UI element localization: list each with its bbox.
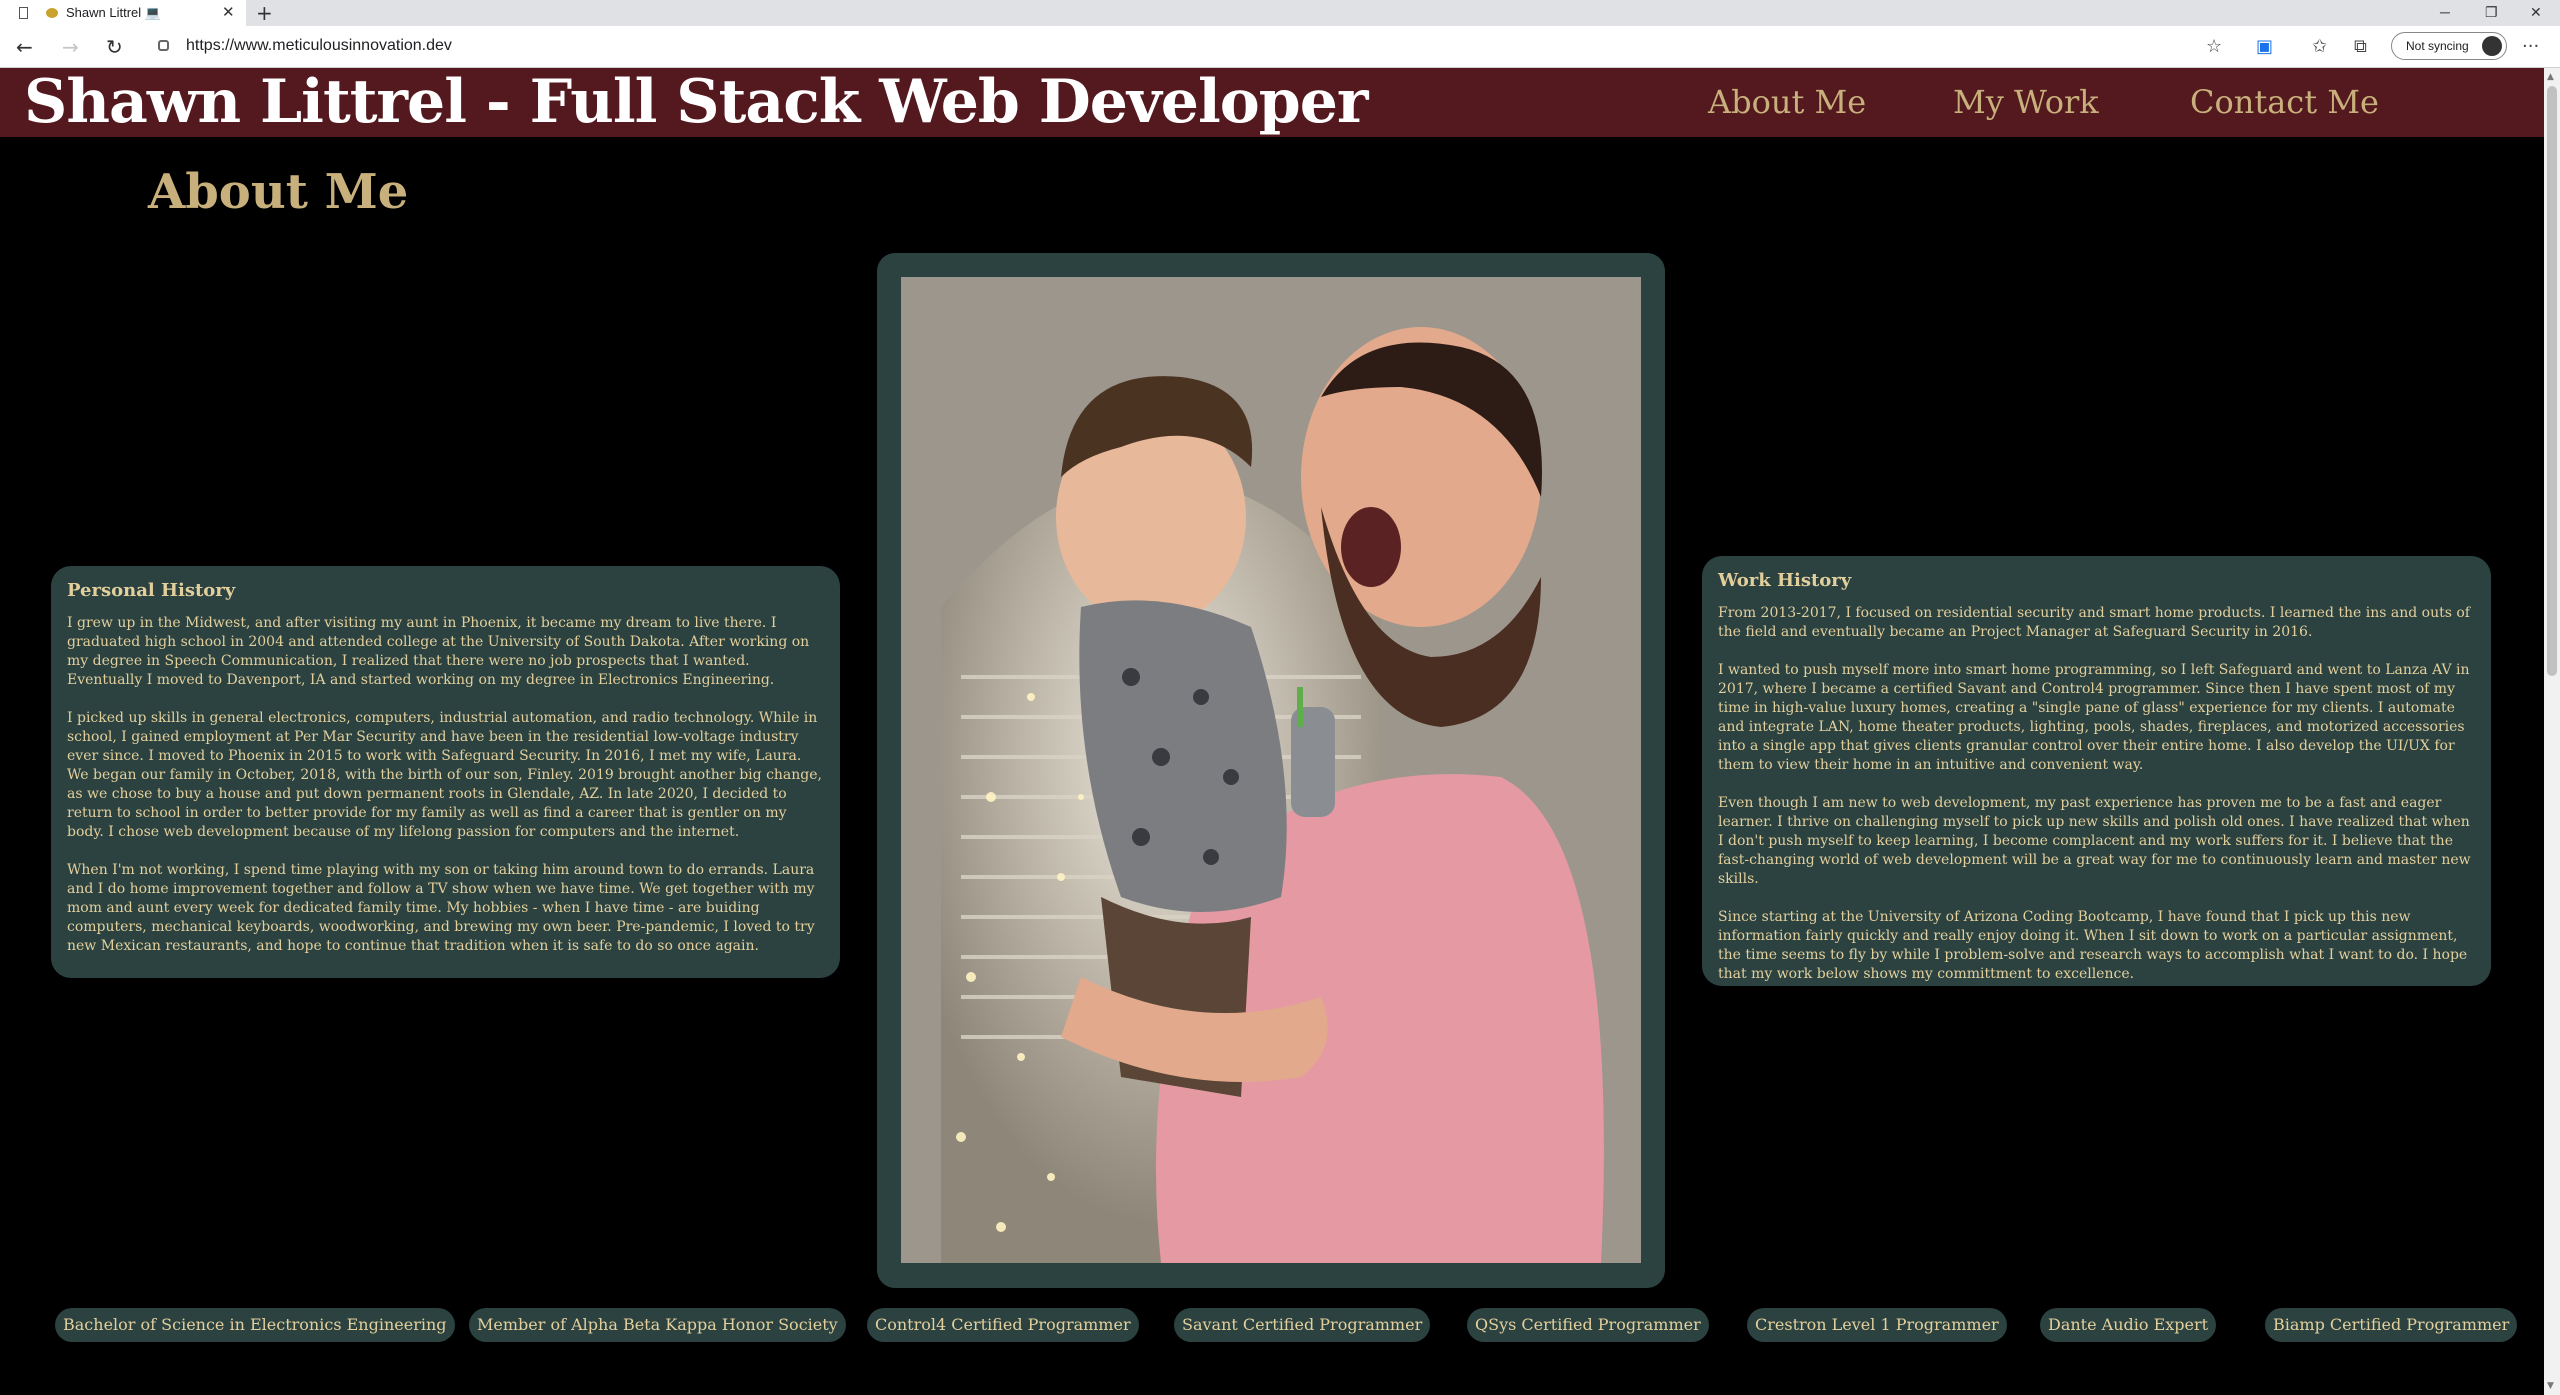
browser-toolbar: ← → ↻ https://www.meticulousinnovation.d…: [0, 26, 2560, 68]
site-header: Shawn Littrel - Full Stack Web Developer…: [0, 68, 2544, 137]
credential-badge: Member of Alpha Beta Kappa Honor Society: [469, 1308, 846, 1342]
work-history-paragraph: Even though I am new to web development,…: [1718, 795, 2471, 887]
personal-history-paragraph: When I'm not working, I spend time playi…: [67, 862, 815, 954]
add-favorite-icon[interactable]: ☆: [2206, 34, 2222, 60]
sync-label: Not syncing: [2406, 39, 2469, 53]
scroll-up-arrow-icon[interactable]: ▲: [2547, 72, 2554, 82]
scroll-down-arrow-icon[interactable]: ▼: [2547, 1381, 2554, 1391]
work-history-heading: Work History: [1718, 570, 1852, 591]
browser-tab[interactable]: Shawn Littrel 💻 ✕: [0, 0, 246, 26]
new-tab-button[interactable]: +: [256, 0, 273, 26]
personal-history-paragraph: I picked up skills in general electronic…: [67, 710, 822, 840]
forward-button[interactable]: →: [62, 34, 79, 60]
nav-about-me[interactable]: About Me: [1708, 68, 1866, 137]
extension-icon[interactable]: ▣: [2256, 34, 2273, 60]
credential-badge: Biamp Certified Programmer: [2265, 1308, 2518, 1342]
window-close-button[interactable]: ✕: [2530, 0, 2542, 24]
work-history-paragraph: Since starting at the University of Ariz…: [1718, 909, 2468, 982]
favorites-icon[interactable]: ✩: [2312, 34, 2327, 60]
credential-badge: Savant Certified Programmer: [1174, 1308, 1431, 1342]
address-bar[interactable]: https://www.meticulousinnovation.dev: [186, 33, 452, 59]
tab-title: Shawn Littrel 💻: [66, 5, 161, 20]
page-scrollbar[interactable]: ▲ ▼: [2544, 68, 2560, 1395]
lock-icon[interactable]: [158, 40, 169, 51]
personal-history-card: Personal History I grew up in the Midwes…: [51, 566, 840, 978]
back-button[interactable]: ←: [16, 34, 33, 60]
work-history-paragraph: From 2013-2017, I focused on residential…: [1718, 605, 2470, 640]
browser-tab-bar: Shawn Littrel 💻 ✕ + ─ ❐ ✕: [0, 0, 2560, 26]
personal-history-heading: Personal History: [67, 580, 236, 601]
profile-photo-frame: [877, 253, 1665, 1288]
page-icon: [19, 7, 28, 19]
minimize-button[interactable]: ─: [2440, 0, 2450, 24]
work-history-paragraph: I wanted to push myself more into smart …: [1718, 662, 2470, 773]
scrollbar-thumb[interactable]: [2547, 86, 2557, 676]
section-heading-about-me: About Me: [148, 164, 409, 220]
personal-history-paragraph: I grew up in the Midwest, and after visi…: [67, 615, 810, 688]
collections-icon[interactable]: ⧉: [2354, 34, 2367, 60]
credential-badge: Crestron Level 1 Programmer: [1747, 1308, 2007, 1342]
avatar: [2482, 36, 2502, 56]
restore-button[interactable]: ❐: [2485, 0, 2498, 24]
more-menu-icon[interactable]: ···: [2522, 34, 2539, 60]
credential-badge: Dante Audio Expert: [2040, 1308, 2217, 1342]
profile-sync-button[interactable]: Not syncing: [2391, 32, 2507, 60]
credential-badge: Control4 Certified Programmer: [867, 1308, 1139, 1342]
credential-badge: Bachelor of Science in Electronics Engin…: [55, 1308, 455, 1342]
credential-badge: QSys Certified Programmer: [1467, 1308, 1709, 1342]
site-title: Shawn Littrel - Full Stack Web Developer: [24, 67, 1369, 137]
work-history-card: Work History From 2013-2017, I focused o…: [1702, 556, 2491, 986]
nav-contact-me[interactable]: Contact Me: [2190, 68, 2379, 137]
refresh-button[interactable]: ↻: [106, 34, 123, 60]
tab-close-icon[interactable]: ✕: [222, 0, 235, 26]
profile-photo: [901, 277, 1641, 1263]
nav-my-work[interactable]: My Work: [1953, 68, 2099, 137]
site-favicon: [46, 8, 58, 18]
